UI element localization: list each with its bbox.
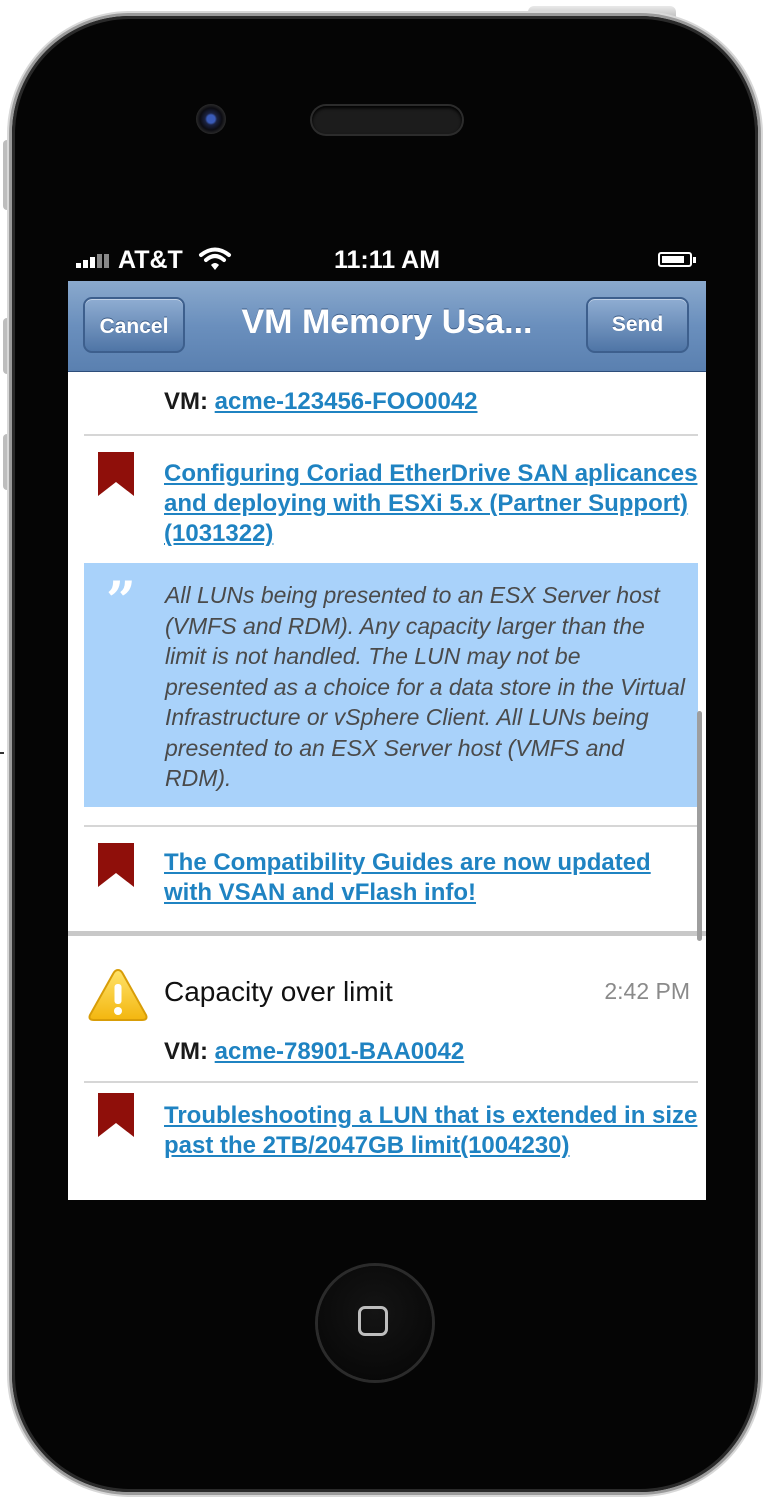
- navigation-bar: Cancel VM Memory Usa... Send: [68, 281, 706, 372]
- edge-mark: [0, 752, 4, 754]
- vm-link[interactable]: acme-78901-BAA0042: [215, 1038, 465, 1065]
- quote-block: ” All LUNs being presented to an ESX Ser…: [84, 563, 698, 807]
- alert-timestamp: 2:42 PM: [604, 978, 690, 1004]
- vm-line: VM: acme-78901-BAA0042: [164, 1038, 464, 1066]
- vm-label: VM:: [164, 1038, 208, 1065]
- kb-article-link[interactable]: The Compatibility Guides are now updated…: [164, 848, 704, 908]
- send-button[interactable]: Send: [586, 297, 689, 353]
- page-title: VM Memory Usa...: [241, 303, 533, 341]
- front-camera: [196, 104, 226, 134]
- status-time: 11:11 AM: [333, 246, 441, 274]
- section-divider: [68, 931, 706, 936]
- vm-label: VM:: [164, 388, 208, 415]
- home-button[interactable]: [318, 1266, 432, 1380]
- home-square-icon: [358, 1306, 388, 1336]
- screen: Cancel VM Memory Usa... Send VM: acme-12…: [68, 281, 706, 1200]
- bookmark-icon: [98, 843, 134, 887]
- bookmark-icon: [98, 1093, 134, 1137]
- vm-link[interactable]: acme-123456-FOO0042: [215, 388, 478, 415]
- status-bar: AT&T 11:11 AM: [68, 240, 706, 280]
- kb-article-link[interactable]: Troubleshooting a LUN that is extended i…: [164, 1101, 699, 1161]
- quote-text: All LUNs being presented to an ESX Serve…: [165, 582, 685, 791]
- quote-icon: ”: [106, 571, 136, 632]
- warning-icon: [88, 968, 148, 1021]
- divider: [84, 1081, 698, 1083]
- scrollbar[interactable]: [697, 711, 702, 941]
- kb-article-link[interactable]: Configuring Coriad EtherDrive SAN aplica…: [164, 459, 699, 549]
- vm-line: VM: acme-123456-FOO0042: [164, 388, 478, 416]
- earpiece-speaker: [312, 106, 462, 134]
- alert-title: Capacity over limit: [164, 976, 393, 1007]
- divider: [84, 825, 698, 827]
- battery-icon: [658, 252, 696, 267]
- cancel-button[interactable]: Cancel: [83, 297, 185, 353]
- divider: [84, 434, 698, 436]
- bookmark-icon: [98, 452, 134, 496]
